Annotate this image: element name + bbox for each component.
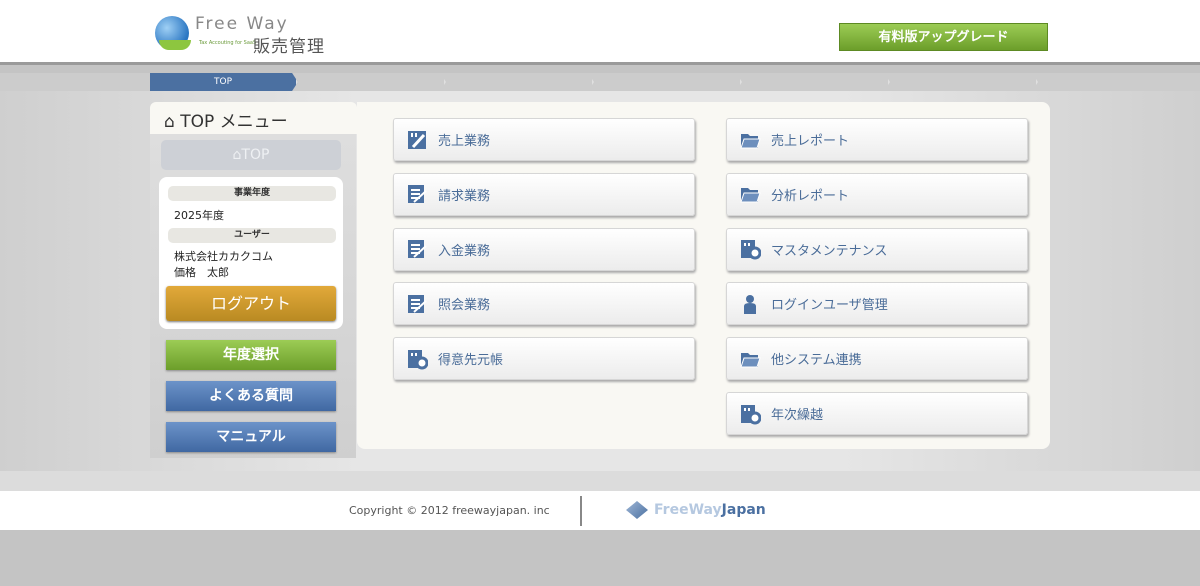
breadcrumb-step bbox=[742, 73, 890, 91]
footer-divider bbox=[580, 496, 582, 526]
freewayjapan-logo[interactable]: FreeWayJapan bbox=[626, 501, 766, 519]
faq-button[interactable]: よくある質問 bbox=[166, 381, 336, 411]
breadcrumb-step bbox=[298, 73, 446, 91]
menu-button[interactable]: ログインユーザ管理 bbox=[726, 282, 1028, 326]
year-select-button[interactable]: 年度選択 bbox=[166, 340, 336, 370]
menu-button-label: 分析レポート bbox=[771, 188, 850, 204]
breadcrumb-step bbox=[594, 73, 742, 91]
freewayjapan-mark-icon bbox=[626, 501, 648, 519]
breadcrumb: TOP bbox=[0, 73, 1200, 91]
logout-button[interactable]: ログアウト bbox=[166, 286, 336, 321]
logo-part: FreeWay bbox=[654, 502, 722, 518]
menu-button-label: 年次繰越 bbox=[771, 408, 824, 423]
menu-button-label: ログインユーザ管理 bbox=[771, 298, 888, 314]
menu-button-label: 得意先元帳 bbox=[438, 353, 504, 369]
logo-subtitle: Tax Accouting for SaaS bbox=[199, 40, 257, 46]
upgrade-button[interactable]: 有料版アップグレード bbox=[839, 23, 1048, 51]
menu-button-label: マスタメンテナンス bbox=[771, 243, 888, 259]
breadcrumb-top[interactable]: TOP bbox=[150, 73, 298, 91]
page-title: ⌂ TOP メニュー bbox=[150, 102, 357, 134]
menu-button[interactable]: 照会業務 bbox=[393, 282, 695, 326]
footer: Copyright © 2012 freewayjapan. inc FreeW… bbox=[0, 491, 1200, 530]
menu-button-label: 入金業務 bbox=[438, 243, 491, 259]
menu-button[interactable]: 得意先元帳 bbox=[393, 337, 695, 381]
menu-button-label: 売上レポート bbox=[771, 134, 850, 149]
menu-button[interactable]: 年次繰越 bbox=[726, 392, 1028, 435]
building-icon bbox=[741, 240, 761, 260]
logo-text: Free Way bbox=[195, 14, 289, 34]
header: Free Way Tax Accouting for SaaS 販売管理 有料版… bbox=[0, 0, 1200, 65]
swoosh-icon bbox=[159, 40, 191, 50]
top-button: ⌂TOP bbox=[161, 140, 341, 170]
list-icon bbox=[408, 294, 427, 313]
pen-icon bbox=[408, 130, 426, 149]
footer-band bbox=[0, 471, 1200, 491]
company-name: 株式会社カカクコム bbox=[174, 250, 273, 263]
menu-button-label: 照会業務 bbox=[438, 298, 491, 314]
menu-button-label: 請求業務 bbox=[438, 188, 491, 204]
fiscal-year-label: 事業年度 bbox=[168, 186, 336, 201]
breadcrumb-step bbox=[890, 73, 1038, 91]
menu-button-label: 売上業務 bbox=[438, 134, 491, 149]
user-name: 価格 太郎 bbox=[174, 266, 229, 279]
building-icon bbox=[741, 404, 761, 424]
user-info-card: 事業年度 2025年度 ユーザー 株式会社カカクコム 価格 太郎 ログアウト bbox=[159, 177, 343, 329]
menu-button-label: 他システム連携 bbox=[771, 353, 862, 369]
logo-product: 販売管理 bbox=[253, 37, 325, 57]
breadcrumb-step bbox=[446, 73, 594, 91]
menu-button[interactable]: 他システム連携 bbox=[726, 337, 1028, 381]
fiscal-year-value: 2025年度 bbox=[174, 209, 224, 222]
menu-button[interactable]: 分析レポート bbox=[726, 172, 1028, 216]
menu-button[interactable]: 売上レポート bbox=[726, 118, 1028, 161]
building-icon bbox=[408, 349, 428, 370]
manual-button[interactable]: マニュアル bbox=[166, 422, 336, 452]
folder-icon bbox=[740, 188, 761, 203]
menu-button[interactable]: 入金業務 bbox=[393, 227, 695, 271]
folder-icon bbox=[740, 352, 761, 368]
menu-button[interactable]: マスタメンテナンス bbox=[726, 227, 1028, 271]
logo-part: Japan bbox=[721, 502, 766, 518]
person-icon bbox=[744, 294, 756, 314]
menu-button[interactable]: 請求業務 bbox=[393, 172, 695, 216]
menu-button[interactable]: 売上業務 bbox=[393, 118, 695, 161]
folder-icon bbox=[740, 133, 761, 148]
list-icon bbox=[408, 185, 427, 204]
list-icon bbox=[408, 240, 427, 259]
copyright: Copyright © 2012 freewayjapan. inc bbox=[349, 504, 550, 517]
freeway-logo[interactable]: Free Way Tax Accouting for SaaS 販売管理 bbox=[155, 14, 355, 57]
user-label: ユーザー bbox=[168, 228, 336, 243]
